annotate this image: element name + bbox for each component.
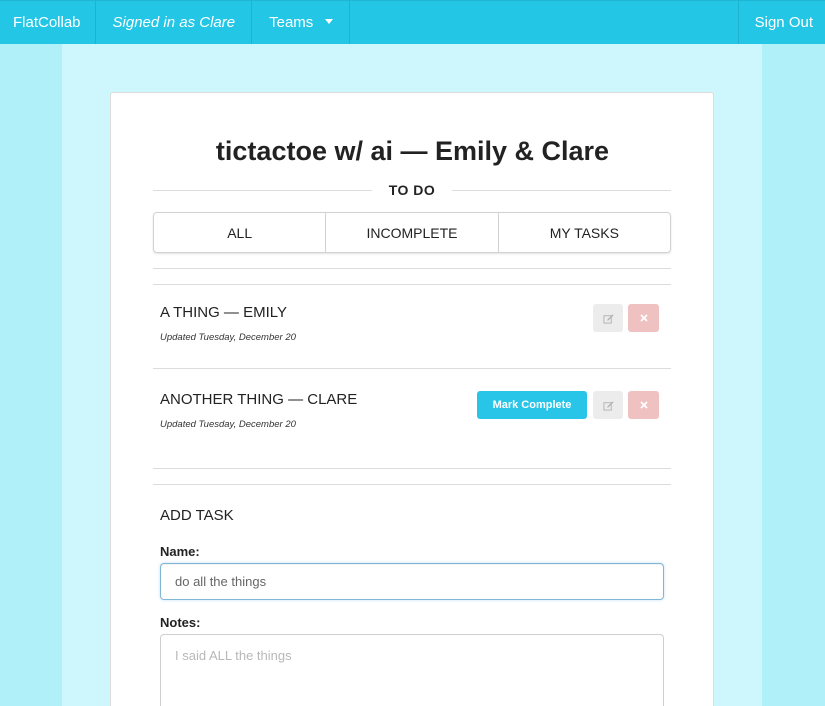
list-top-divider-2 <box>153 284 671 285</box>
filter-incomplete-button[interactable]: INCOMPLETE <box>326 213 499 252</box>
notes-field-label: Notes: <box>160 615 201 630</box>
sign-out-link[interactable]: Sign Out <box>737 1 825 44</box>
edit-task-button[interactable] <box>593 391 623 419</box>
project-title: tictactoe w/ ai — Emily & Clare <box>215 136 610 166</box>
times-icon <box>639 401 648 409</box>
signed-in-text: Signed in as Clare <box>96 1 253 44</box>
task-updated-date: Updated Tuesday, December 20 <box>160 419 296 430</box>
pencil-square-icon <box>602 400 614 411</box>
teams-label: Teams <box>269 14 314 31</box>
section-divider-left <box>153 190 372 191</box>
caret-down-icon <box>325 19 334 24</box>
list-top-divider <box>153 268 671 269</box>
name-field-label: Name: <box>160 544 200 559</box>
delete-task-button[interactable] <box>628 304 659 332</box>
mark-complete-button[interactable]: Mark Complete <box>477 391 587 419</box>
task-notes-textarea[interactable]: I said ALL the things <box>160 634 664 706</box>
times-icon <box>639 314 648 322</box>
section-label-todo: TO DO <box>388 182 436 198</box>
task-updated-date: Updated Tuesday, December 20 <box>160 332 296 343</box>
task-title: A THING — EMILY <box>160 304 287 321</box>
brand-link[interactable]: FlatCollab <box>0 1 96 44</box>
navbar-spacer <box>350 1 737 44</box>
task-name-input[interactable]: do all the things <box>160 563 664 600</box>
task-divider <box>153 368 671 369</box>
edit-task-button[interactable] <box>593 304 623 332</box>
teams-dropdown[interactable]: Teams <box>252 1 351 44</box>
top-navbar: FlatCollab Signed in as Clare Teams Sign… <box>0 0 825 44</box>
filter-button-group: ALL INCOMPLETE MY TASKS <box>153 212 671 253</box>
pencil-square-icon <box>602 313 614 324</box>
delete-task-button[interactable] <box>628 391 659 419</box>
section-divider-right <box>452 190 671 191</box>
list-bottom-divider <box>153 468 671 469</box>
filter-all-button[interactable]: ALL <box>154 213 327 252</box>
filter-my-tasks-button[interactable]: MY TASKS <box>498 213 670 252</box>
add-task-heading: ADD TASK <box>160 507 234 524</box>
task-item: A THING — EMILY Updated Tuesday, Decembe… <box>160 304 660 343</box>
list-bottom-divider-2 <box>153 484 671 485</box>
